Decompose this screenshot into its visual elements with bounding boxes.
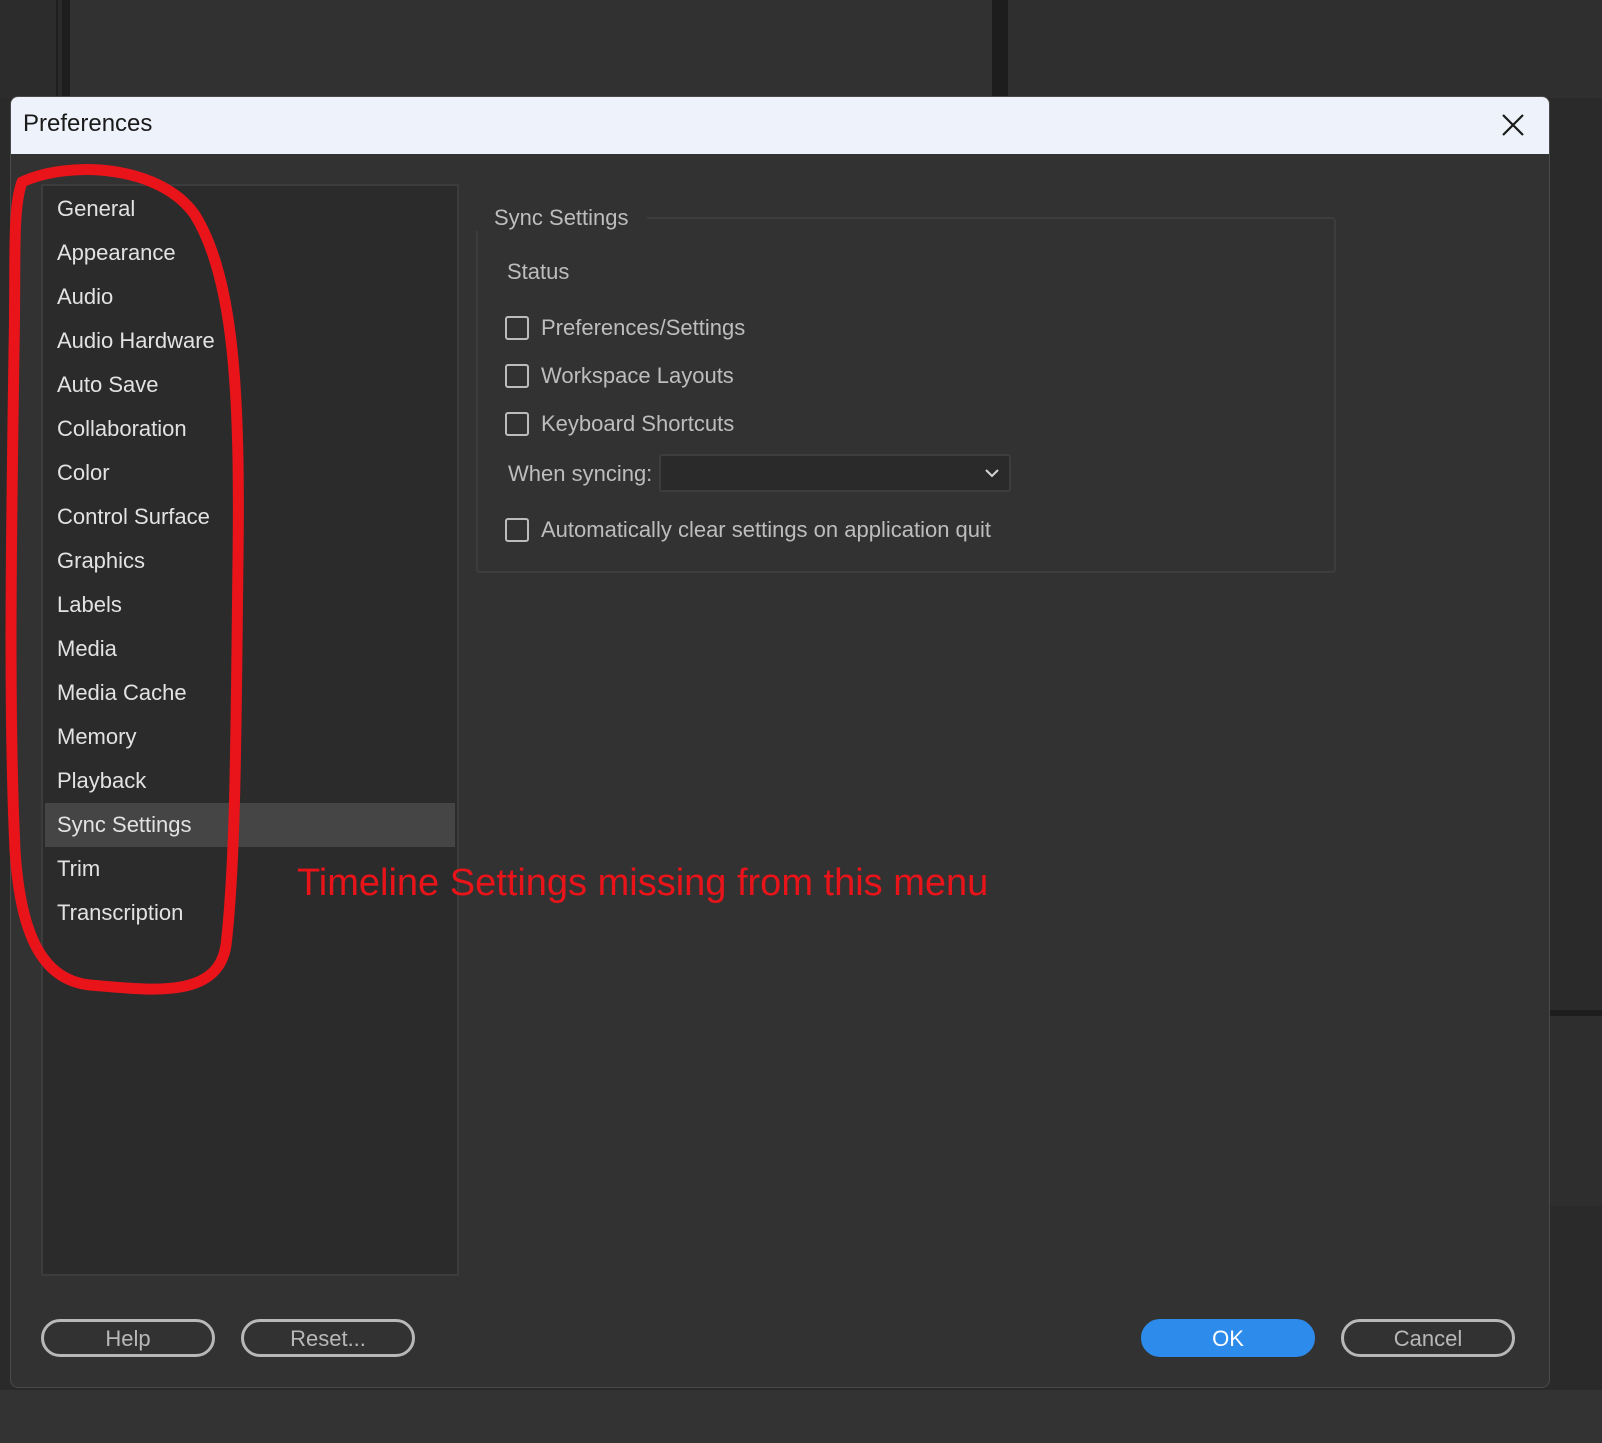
checkbox-workspace-layouts[interactable]: Workspace Layouts [505,361,734,391]
when-syncing-label: When syncing: [508,461,653,486]
checkbox-label: Preferences/Settings [541,315,746,340]
nav-item-appearance[interactable]: Appearance [45,231,455,275]
dialog-titlebar: Preferences [11,97,1549,154]
status-label: Status [507,259,570,284]
checkbox-label: Keyboard Shortcuts [541,411,735,436]
background-divider [62,0,70,98]
nav-item-general[interactable]: General [45,187,455,231]
background-center-panel [70,0,992,98]
background-right-lower-panel [1550,1010,1602,1206]
nav-item-control-surface[interactable]: Control Surface [45,495,455,539]
nav-item-labels[interactable]: Labels [45,583,455,627]
when-syncing-dropdown[interactable] [659,454,1011,492]
cancel-button[interactable]: Cancel [1341,1319,1515,1357]
nav-item-color[interactable]: Color [45,451,455,495]
nav-item-media[interactable]: Media [45,627,455,671]
reset-button[interactable]: Reset... [241,1319,415,1357]
nav-item-media-cache[interactable]: Media Cache [45,671,455,715]
chevron-down-icon [985,469,999,478]
checkbox-label: Automatically clear settings on applicat… [541,517,992,542]
checkbox-label: Workspace Layouts [541,363,734,388]
background-divider [992,0,1008,98]
checkbox-box[interactable] [505,412,529,436]
sync-settings-group-title: Sync Settings [476,205,647,231]
ok-button[interactable]: OK [1141,1319,1315,1357]
background-bottom-panel [0,1390,1602,1443]
dialog-title: Preferences [23,110,153,137]
nav-item-graphics[interactable]: Graphics [45,539,455,583]
checkbox-box[interactable] [505,316,529,340]
close-button[interactable] [1497,109,1529,141]
nav-item-sync-settings[interactable]: Sync Settings [45,803,455,847]
background-right-panel [1008,0,1602,98]
nav-item-collaboration[interactable]: Collaboration [45,407,455,451]
nav-item-audio[interactable]: Audio [45,275,455,319]
nav-item-memory[interactable]: Memory [45,715,455,759]
checkbox-auto-clear-settings[interactable]: Automatically clear settings on applicat… [505,515,991,545]
nav-item-audio-hardware[interactable]: Audio Hardware [45,319,455,363]
nav-item-playback[interactable]: Playback [45,759,455,803]
background-left-panel [0,0,58,98]
annotation-note: Timeline Settings missing from this menu [297,862,989,904]
preferences-dialog: Preferences General Appearance Audio Audio … [10,96,1550,1388]
preferences-category-list: General Appearance Audio Audio Hardware Auto… [41,184,459,1276]
close-icon [1502,114,1524,136]
checkbox-keyboard-shortcuts[interactable]: Keyboard Shortcuts [505,409,734,439]
checkbox-box[interactable] [505,518,529,542]
help-button[interactable]: Help [41,1319,215,1357]
checkbox-box[interactable] [505,364,529,388]
checkbox-preferences-settings[interactable]: Preferences/Settings [505,313,745,343]
nav-item-auto-save[interactable]: Auto Save [45,363,455,407]
